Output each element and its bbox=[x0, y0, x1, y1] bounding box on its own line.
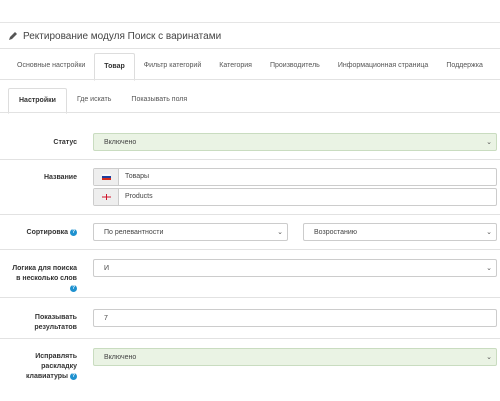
name-ru-value: Товары bbox=[125, 173, 150, 180]
results-count-input[interactable]: 7 bbox=[93, 309, 497, 327]
panel-heading: Ректирование модуля Поиск с варинатами bbox=[8, 28, 221, 44]
chevron-down-icon: ⌄ bbox=[486, 139, 492, 146]
name-ru-field[interactable]: Товары bbox=[93, 168, 497, 186]
row-divider bbox=[0, 249, 500, 250]
flag-addon bbox=[94, 169, 119, 185]
row-divider bbox=[0, 214, 500, 215]
results-label: Показывать результатов bbox=[0, 313, 77, 333]
results-label-line1: Показывать bbox=[34, 314, 77, 321]
logic-label-line1: Логика для поиска bbox=[12, 265, 77, 272]
chevron-down-icon: ⌄ bbox=[486, 229, 492, 236]
name-en-value: Products bbox=[125, 193, 153, 200]
chevron-down-icon: ⌄ bbox=[277, 229, 283, 236]
subtab-show-fields[interactable]: Показывать поля bbox=[121, 88, 197, 112]
name-label: Название bbox=[43, 174, 77, 181]
results-label-line2: результатов bbox=[34, 324, 77, 331]
layout-value: Включено bbox=[104, 354, 137, 361]
help-icon[interactable]: ? bbox=[70, 284, 77, 292]
sort-order-value: Возростанию bbox=[314, 229, 358, 236]
tab-information-page[interactable]: Информационная страница bbox=[329, 53, 438, 79]
russia-flag-icon bbox=[101, 174, 111, 180]
panel-title: Ректирование модуля Поиск с варинатами bbox=[23, 30, 222, 42]
subtab-where-search[interactable]: Где искать bbox=[67, 88, 121, 112]
chevron-down-icon: ⌄ bbox=[486, 265, 492, 272]
help-icon[interactable]: ? bbox=[70, 372, 77, 380]
tab-category[interactable]: Категория bbox=[210, 53, 261, 79]
sort-label-text: Сортировка bbox=[26, 229, 69, 236]
pencil-icon bbox=[9, 32, 17, 40]
sub-tabs: Настройки Где искать Показывать поля bbox=[8, 88, 197, 114]
layout-label: Исправлять раскладку клавиатуры ? bbox=[0, 352, 77, 382]
flag-addon bbox=[94, 189, 119, 205]
layout-label-line1: Исправлять bbox=[35, 353, 77, 360]
logic-select[interactable]: И ⌄ bbox=[93, 259, 497, 277]
logic-value: И bbox=[104, 265, 110, 272]
name-en-field[interactable]: Products bbox=[93, 188, 497, 206]
sort-order-select[interactable]: Возростанию ⌄ bbox=[303, 223, 497, 241]
sort-label: Сортировка ? bbox=[0, 228, 77, 238]
layout-label-line2: раскладку bbox=[41, 363, 77, 370]
tab-category-filter[interactable]: Фильтр категорий bbox=[135, 53, 210, 79]
tab-manufacturer[interactable]: Производитель bbox=[261, 53, 329, 79]
help-icon[interactable]: ? bbox=[70, 228, 77, 236]
status-select[interactable]: Включено ⌄ bbox=[93, 133, 497, 151]
status-value: Включено bbox=[104, 139, 137, 146]
sort-field-value: По релевантности bbox=[104, 229, 164, 236]
tabs-divider bbox=[0, 79, 500, 80]
main-tabs: Основные настройки Товар Фильтр категори… bbox=[8, 53, 492, 81]
logic-label-line2: в несколько слов bbox=[16, 275, 77, 282]
layout-select[interactable]: Включено ⌄ bbox=[93, 348, 497, 366]
subtabs-divider bbox=[0, 112, 500, 113]
tab-support[interactable]: Поддержка bbox=[437, 53, 492, 79]
layout-label-line3: клавиатуры bbox=[25, 373, 69, 380]
sort-field-select[interactable]: По релевантности ⌄ bbox=[93, 223, 288, 241]
row-divider bbox=[0, 297, 500, 298]
chevron-down-icon: ⌄ bbox=[486, 354, 492, 361]
tab-product[interactable]: Товар bbox=[94, 53, 135, 81]
logic-label: Логика для поиска в несколько слов ? bbox=[0, 264, 77, 294]
row-divider bbox=[0, 338, 500, 339]
uk-flag-icon bbox=[101, 194, 111, 200]
subtab-settings[interactable]: Настройки bbox=[8, 88, 67, 114]
tab-basic-settings[interactable]: Основные настройки bbox=[8, 53, 94, 79]
divider bbox=[0, 48, 500, 49]
row-divider bbox=[0, 159, 500, 160]
status-label: Статус bbox=[53, 139, 77, 146]
